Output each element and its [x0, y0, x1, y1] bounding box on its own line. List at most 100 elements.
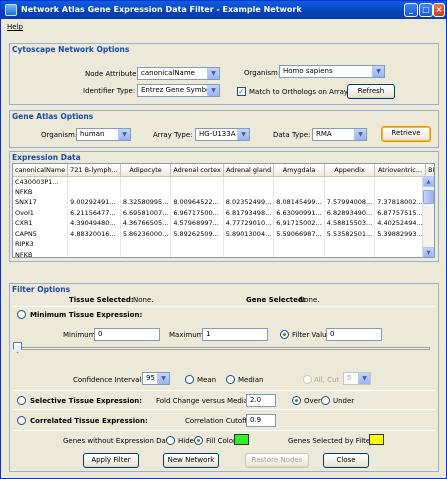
table-cell[interactable]: 6.82893490... [324, 207, 376, 218]
fill-color-swatch[interactable] [234, 434, 249, 445]
expression-slider-track[interactable] [17, 347, 430, 350]
scroll-up-icon[interactable]: ▲ [423, 176, 434, 187]
fold-change-input[interactable]: 2.0 [246, 394, 276, 407]
table-row[interactable]: C430003P1... [13, 176, 434, 187]
column-header[interactable]: Amygdala [273, 164, 325, 177]
new-network-button[interactable]: New Network [163, 453, 219, 468]
table-cell[interactable]: 6.91715002... [273, 218, 325, 229]
restore-nodes-button[interactable]: Restore Nodes [245, 453, 309, 468]
table-cell[interactable] [324, 186, 376, 197]
table-cell[interactable] [324, 239, 376, 250]
table-cell[interactable] [374, 186, 426, 197]
table-cell[interactable] [223, 249, 275, 257]
hide-radio[interactable] [166, 436, 175, 445]
close-icon[interactable]: × [433, 3, 445, 17]
table-row[interactable]: CAPN5 4.88320016... 5.86236000... 5.8926250… [13, 228, 434, 239]
table-cell[interactable]: NFKB [13, 186, 69, 197]
table-cell[interactable] [120, 186, 172, 197]
minimum-input[interactable]: 0 [94, 328, 160, 341]
min-tissue-radio[interactable] [17, 310, 26, 319]
column-header[interactable]: Atrioventric... [374, 164, 426, 177]
all-cut-radio[interactable] [303, 375, 312, 384]
table-cell[interactable]: 6.81793498... [223, 207, 275, 218]
table-cell[interactable]: 4.39049480... [67, 218, 121, 229]
table-row[interactable]: RIPK3 [13, 239, 434, 250]
table-cell[interactable]: SNX17 [13, 197, 69, 208]
table-cell[interactable]: 5.86236000... [120, 228, 172, 239]
retrieve-button[interactable]: Retrieve [381, 126, 431, 142]
column-header[interactable]: Adrenal cortex [170, 164, 224, 177]
median-radio[interactable] [226, 375, 235, 384]
table-cell[interactable]: 5.53582501... [324, 228, 376, 239]
table-cell[interactable]: C430003P1... [13, 176, 69, 187]
column-header[interactable]: BM-CD3 [425, 164, 434, 177]
table-cell[interactable] [374, 176, 426, 187]
table-cell[interactable]: 6.87757515... [374, 207, 426, 218]
table-cell[interactable] [273, 186, 325, 197]
table-cell[interactable] [273, 176, 325, 187]
correlated-radio[interactable] [17, 416, 26, 425]
all-cut-select[interactable]: 5 ▼ [343, 372, 371, 385]
column-header[interactable]: canonicalName [13, 164, 69, 177]
table-cell[interactable]: Ovol1 [13, 207, 69, 218]
table-cell[interactable] [374, 239, 426, 250]
table-cell[interactable]: 6.21156477... [67, 207, 121, 218]
menu-help[interactable]: Help [7, 23, 23, 31]
table-cell[interactable] [170, 239, 224, 250]
table-cell[interactable]: 7.57994008... [324, 197, 376, 208]
table-cell[interactable] [374, 249, 426, 257]
table-row[interactable]: NFKB [13, 249, 434, 257]
table-cell[interactable] [170, 186, 224, 197]
table-row[interactable]: CXR1 4.39049480... 4.36766505... 4.57968997… [13, 218, 434, 229]
table-cell[interactable]: 4.58815503... [324, 218, 376, 229]
table-cell[interactable] [120, 249, 172, 257]
table-cell[interactable] [120, 176, 172, 187]
title-bar[interactable]: Network Atlas Gene Expression Data Filte… [1, 1, 446, 19]
table-cell[interactable]: CAPN5 [13, 228, 69, 239]
table-cell[interactable]: 6.63090991... [273, 207, 325, 218]
selective-radio[interactable] [17, 396, 26, 405]
mean-radio[interactable] [185, 375, 194, 384]
table-cell[interactable]: 4.88320016... [67, 228, 121, 239]
table-cell[interactable]: 4.36766505... [120, 218, 172, 229]
cytoscape-organism-select[interactable]: Homo sapiens ▼ [279, 65, 385, 78]
over-radio[interactable] [292, 396, 301, 405]
table-cell[interactable] [170, 176, 224, 187]
fill-color-radio[interactable] [194, 436, 203, 445]
table-cell[interactable] [223, 176, 275, 187]
expression-table[interactable]: canonicalName 721 B-lymph... Adipocyte Adre… [12, 163, 435, 258]
maximize-icon[interactable]: □ [419, 3, 433, 17]
maximum-input[interactable]: 1 [202, 328, 268, 341]
scroll-thumb[interactable] [423, 190, 434, 204]
table-cell[interactable]: 5.39882993... [374, 228, 426, 239]
table-scrollbar[interactable]: ▲ ▼ [422, 176, 434, 257]
close-button[interactable]: Close [323, 453, 369, 468]
table-cell[interactable] [67, 239, 121, 250]
table-cell[interactable]: RIPK3 [13, 239, 69, 250]
table-cell[interactable]: 8.32580995... [120, 197, 172, 208]
correlation-input[interactable]: 0.9 [246, 414, 276, 427]
filter-value-radio[interactable] [280, 330, 289, 339]
table-cell[interactable] [170, 249, 224, 257]
filter-value-input[interactable]: 0 [326, 328, 382, 341]
scroll-down-icon[interactable]: ▼ [423, 247, 434, 257]
match-orthologs-checkbox[interactable]: ✓ [237, 87, 246, 96]
refresh-button[interactable]: Refresh [347, 84, 395, 99]
table-cell[interactable] [273, 239, 325, 250]
table-cell[interactable]: 5.89013004... [223, 228, 275, 239]
table-cell[interactable]: 6.69581007... [120, 207, 172, 218]
table-cell[interactable]: 9.00292491... [67, 197, 121, 208]
column-header[interactable]: Adrenal gland [223, 164, 275, 177]
table-cell[interactable] [223, 239, 275, 250]
apply-filter-button[interactable]: Apply Filter [83, 453, 139, 468]
confidence-select[interactable]: 95 ▼ [142, 372, 170, 385]
table-cell[interactable]: 8.08145499... [273, 197, 325, 208]
table-cell[interactable] [223, 186, 275, 197]
table-cell[interactable]: 4.57968997... [170, 218, 224, 229]
table-cell[interactable] [67, 176, 121, 187]
table-cell[interactable]: 5.89262509... [170, 228, 224, 239]
minimize-icon[interactable]: _ [404, 3, 418, 17]
column-header[interactable]: Appendix [324, 164, 376, 177]
table-cell[interactable] [324, 176, 376, 187]
atlas-organism-select[interactable]: human ▼ [76, 128, 131, 141]
